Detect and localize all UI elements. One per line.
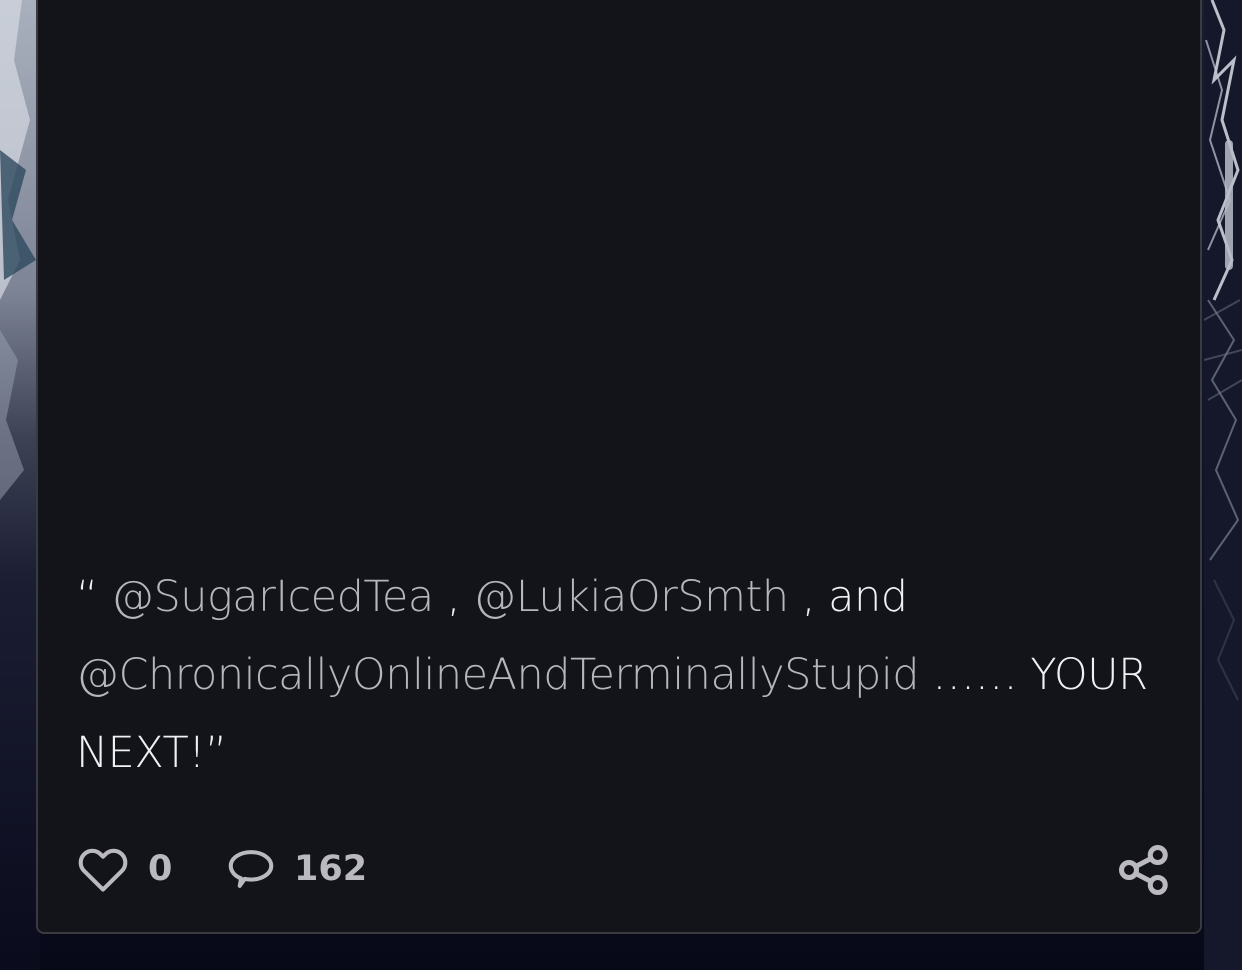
share-icon (1119, 845, 1168, 895)
like-count: 0 (148, 849, 173, 889)
post-action-bar: 0 162 (74, 834, 1174, 904)
separator-1: , (433, 572, 474, 622)
mention-link-2[interactable]: @LukiaOrSmth (473, 572, 789, 622)
speech-bubble-icon (228, 850, 274, 888)
heart-outline-icon (78, 848, 128, 892)
post-body-text: “ @SugarIcedTea , @LukiaOrSmth , and @Ch… (76, 558, 1166, 792)
mention-link-1[interactable]: @SugarIcedTea (111, 572, 434, 622)
page-scrollbar-thumb[interactable] (1225, 140, 1233, 270)
post-card: “ @SugarIcedTea , @LukiaOrSmth , and @Ch… (36, 0, 1202, 934)
separator-2: , and (788, 572, 908, 622)
app-viewport: “ @SugarIcedTea , @LukiaOrSmth , and @Ch… (0, 0, 1242, 970)
background-art-left (0, 0, 40, 970)
like-button[interactable]: 0 (74, 834, 172, 904)
mention-link-3[interactable]: @ChronicallyOnlineAndTerminallyStupid (76, 650, 920, 700)
comment-button[interactable]: 162 (224, 834, 367, 904)
comment-count: 162 (294, 849, 368, 889)
background-art-right (1204, 0, 1242, 970)
share-button[interactable] (1114, 840, 1174, 900)
open-quote: “ (76, 572, 111, 622)
